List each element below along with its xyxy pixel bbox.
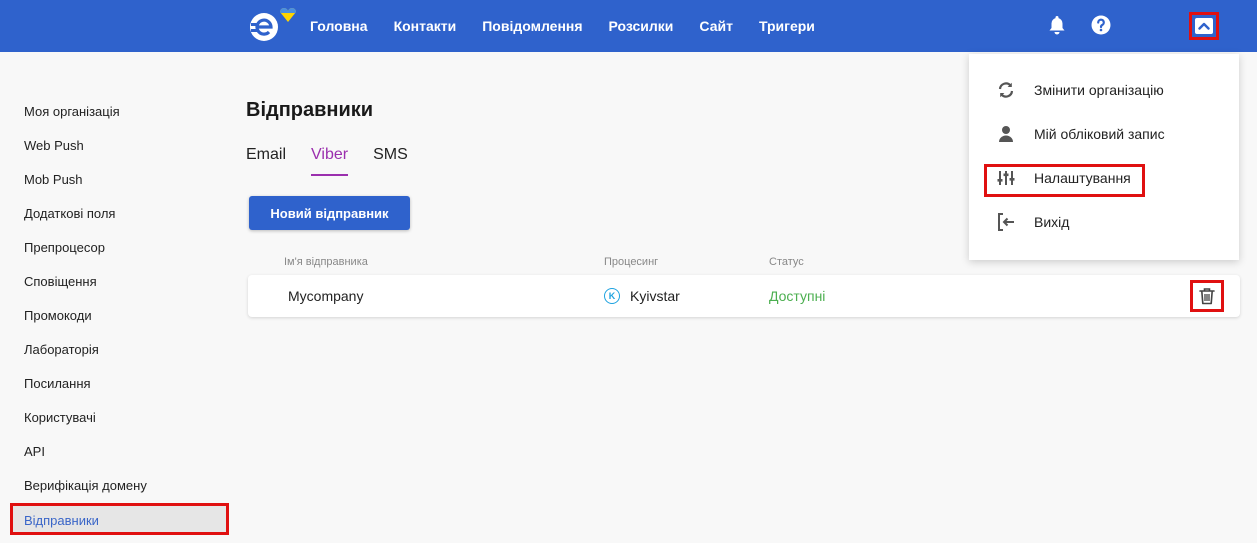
- menu-item-label: Вихід: [1034, 214, 1070, 230]
- sidebar-item-preprocessor[interactable]: Препроцесор: [24, 240, 105, 255]
- sidebar-item-organization[interactable]: Моя організація: [24, 104, 120, 119]
- column-header-status: Статус: [769, 256, 804, 268]
- sidebar-item-promocodes[interactable]: Промокоди: [24, 308, 92, 323]
- nav-messages[interactable]: Повідомлення: [482, 18, 582, 34]
- sliders-icon: [997, 169, 1015, 187]
- sidebar-item-label: Відправники: [24, 513, 99, 528]
- column-header-processing: Процесинг: [604, 256, 659, 268]
- menu-item-change-organization[interactable]: Змінити організацію: [969, 75, 1239, 105]
- sidebar-item-laboratory[interactable]: Лабораторія: [24, 342, 99, 357]
- menu-item-settings[interactable]: Налаштування: [969, 163, 1239, 193]
- e-logo-icon[interactable]: [248, 8, 296, 44]
- channel-tabs: Email Viber SMS: [246, 146, 433, 176]
- sidebar-item-users[interactable]: Користувачі: [24, 410, 96, 425]
- nav-mailings[interactable]: Розсилки: [609, 18, 674, 34]
- sidebar-item-custom-fields[interactable]: Додаткові поля: [24, 206, 115, 221]
- sender-name: Mycompany: [288, 288, 364, 304]
- sidebar-item-senders[interactable]: Відправники: [10, 503, 229, 535]
- sidebar-item-api[interactable]: API: [24, 444, 45, 459]
- sidebar-item-links[interactable]: Посилання: [24, 376, 91, 391]
- nav-contacts[interactable]: Контакти: [394, 18, 457, 34]
- chevron-up-icon: [1195, 18, 1213, 34]
- sidebar-item-web-push[interactable]: Web Push: [24, 138, 84, 153]
- tab-email[interactable]: Email: [246, 146, 286, 176]
- menu-item-label: Мій обліковий запис: [1034, 126, 1165, 142]
- nav-triggers[interactable]: Тригери: [759, 18, 815, 34]
- menu-item-my-account[interactable]: Мій обліковий запис: [969, 119, 1239, 149]
- nav-home[interactable]: Головна: [310, 18, 368, 34]
- processing-name: Kyivstar: [630, 288, 680, 304]
- top-navbar: Головна Контакти Повідомлення Розсилки С…: [0, 0, 1257, 52]
- nav-site[interactable]: Сайт: [699, 18, 733, 34]
- menu-item-logout[interactable]: Вихід: [969, 207, 1239, 237]
- bell-icon[interactable]: [1046, 14, 1068, 36]
- new-sender-button[interactable]: Новий відправник: [249, 196, 410, 230]
- table-row[interactable]: Mycompany K Kyivstar Доступні: [248, 275, 1240, 317]
- logout-icon: [997, 213, 1015, 231]
- sidebar-item-domain-verification[interactable]: Верифікація домену: [24, 478, 147, 493]
- tab-sms[interactable]: SMS: [373, 146, 408, 176]
- sidebar-item-mob-push[interactable]: Mob Push: [24, 172, 83, 187]
- column-header-sender-name: Ім'я відправника: [284, 256, 368, 268]
- kyivstar-icon: K: [604, 288, 620, 304]
- collapse-menu-button[interactable]: [1189, 12, 1219, 40]
- trash-icon[interactable]: [1190, 280, 1224, 312]
- sync-icon: [997, 81, 1015, 99]
- question-icon[interactable]: [1090, 14, 1112, 36]
- status-badge: Доступні: [769, 288, 826, 304]
- page-title: Відправники: [246, 99, 374, 121]
- menu-item-label: Змінити організацію: [1034, 82, 1164, 98]
- user-icon: [997, 125, 1015, 143]
- menu-item-label: Налаштування: [1034, 170, 1131, 186]
- sidebar-item-notifications[interactable]: Сповіщення: [24, 274, 97, 289]
- tab-viber[interactable]: Viber: [311, 146, 349, 176]
- main-nav: Головна Контакти Повідомлення Розсилки С…: [310, 0, 841, 52]
- user-dropdown-menu: Змінити організацію Мій обліковий запис …: [969, 54, 1239, 260]
